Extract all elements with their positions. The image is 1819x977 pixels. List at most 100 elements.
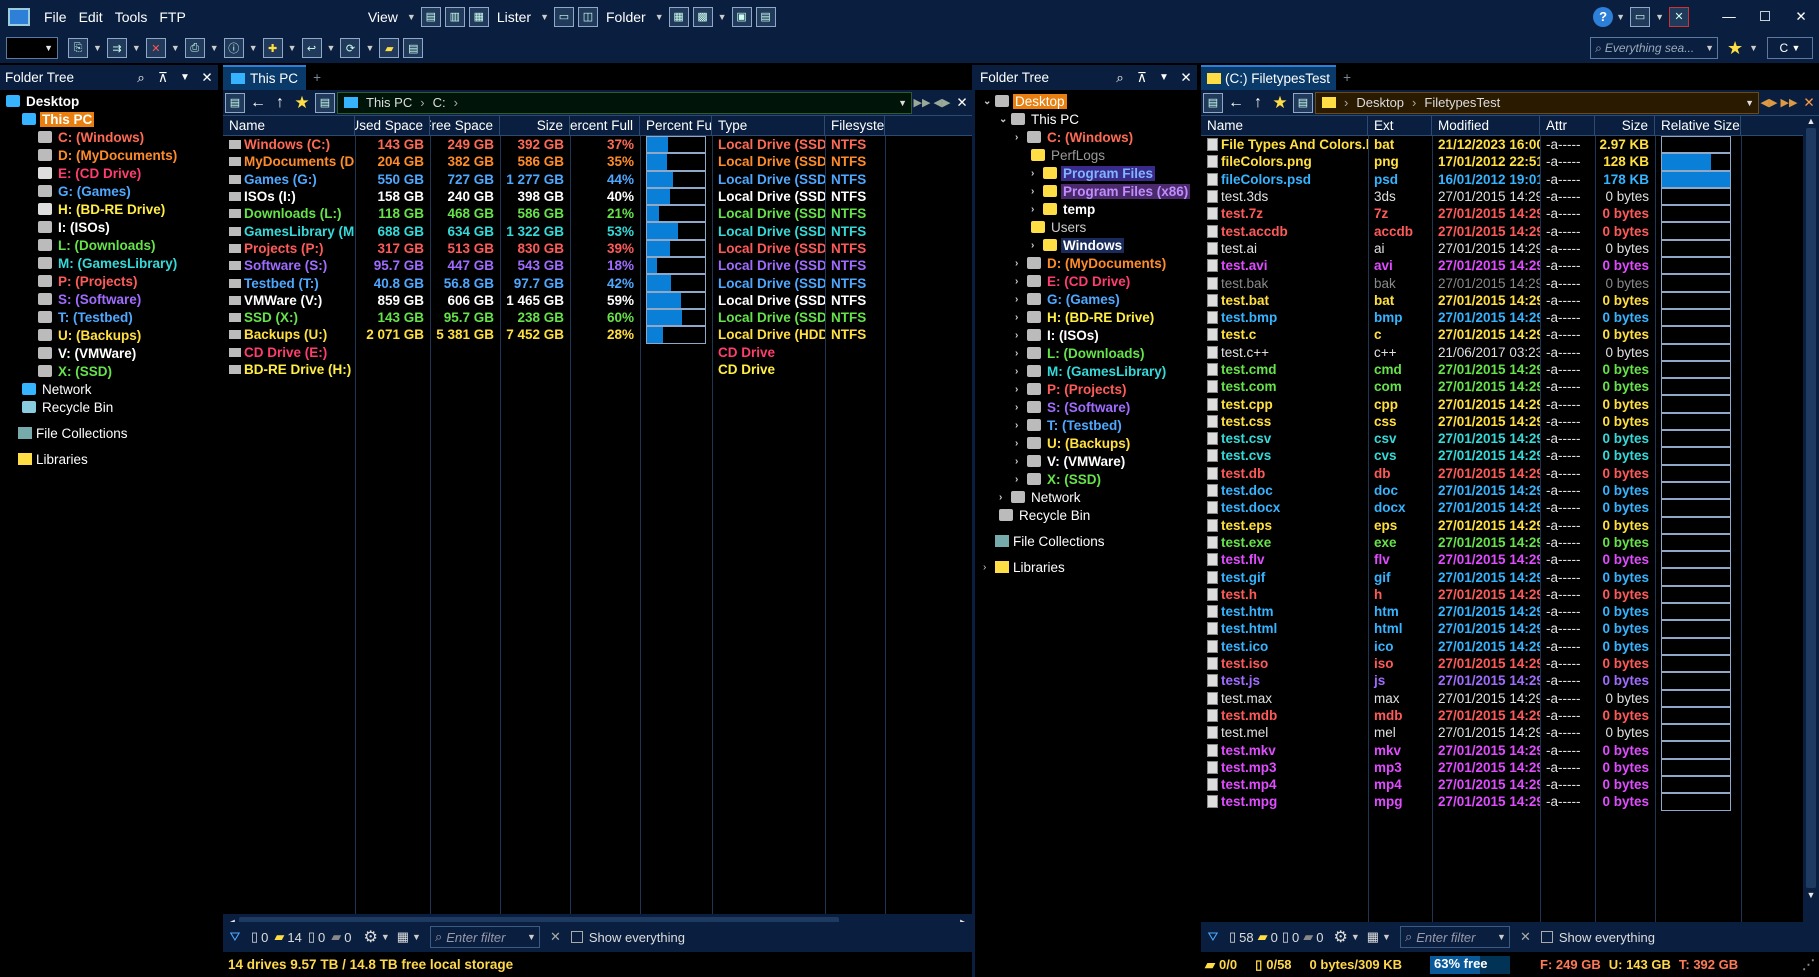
copy-icon[interactable]: ⎘ (68, 38, 88, 58)
list-item[interactable]: test.cpp cpp 27/01/2015 14:29 -a----- 0 byte… (1201, 395, 1819, 413)
list-item[interactable]: test.docx docx 27/01/2015 14:29 -a----- 0 by… (1201, 499, 1819, 517)
table-row[interactable]: BD-RE Drive (H:) CD Drive (223, 361, 972, 378)
favorite-star-icon[interactable]: ★ (291, 93, 313, 113)
layout-alt-icon[interactable]: ▤ (755, 6, 776, 27)
list-item[interactable]: test.avi avi 27/01/2015 14:29 -a----- 0 byte… (1201, 257, 1819, 275)
clipboard-icon[interactable]: ▤ (403, 38, 424, 58)
tree-item[interactable]: Recycle Bin (0, 398, 218, 416)
view-mode-icon[interactable]: ▤ (1203, 92, 1223, 113)
tree-item[interactable]: › U: (Backups) (975, 434, 1197, 452)
table-row[interactable]: ISOs (I:) 158 GB 240 GB 398 GB 40% Local Driv… (223, 187, 972, 206)
column-header[interactable]: Modified (1432, 116, 1540, 135)
tree-item-libraries[interactable]: › Libraries (975, 558, 1197, 576)
list-item[interactable]: test.mpg mpg 27/01/2015 14:29 -a----- 0 byte… (1201, 793, 1819, 811)
filter-input[interactable]: ⌕ Enter filter ▼ (429, 926, 540, 948)
drive-search-selector[interactable]: C ▼ (1767, 37, 1813, 59)
list-item[interactable]: test.accdb accdb 27/01/2015 14:29 -a----- 0 … (1201, 222, 1819, 240)
grid-icon[interactable]: ▦ (668, 6, 689, 27)
new-folder-icon[interactable]: ✚ (262, 38, 283, 58)
table-row[interactable]: Games (G:) 550 GB 727 GB 1 277 GB 44% Local D… (223, 170, 972, 188)
save-filter-icon[interactable]: ▦ (397, 929, 409, 945)
list-item[interactable]: test.com com 27/01/2015 14:29 -a----- 0 byte… (1201, 378, 1819, 396)
list-item[interactable]: test.mp4 mp4 27/01/2015 14:29 -a----- 0 byte… (1201, 775, 1819, 794)
expand-chevron-icon[interactable]: › (1015, 438, 1027, 449)
list-item[interactable]: test.mdb mdb 27/01/2015 14:29 -a----- 0 byte… (1201, 706, 1819, 725)
back-arrow-icon[interactable]: ← (247, 94, 269, 112)
tree-item[interactable]: › S: (Software) (975, 398, 1197, 416)
tree-item[interactable]: L: (Downloads) (0, 236, 218, 254)
thumbnail-view-icon[interactable]: ▦ (468, 6, 489, 27)
tree-item[interactable]: M: (GamesLibrary) (0, 254, 218, 272)
list-item[interactable]: test.ico ico 27/01/2015 14:29 -a----- 0 byte… (1201, 637, 1819, 655)
window-settings-icon[interactable]: ▭ (1630, 6, 1651, 27)
up-arrow-icon[interactable]: ↑ (269, 94, 291, 112)
forward-icon[interactable]: ▶▶ (912, 96, 932, 109)
list-item[interactable]: test.flv flv 27/01/2015 14:29 -a----- 0 byte… (1201, 551, 1819, 569)
clear-filter-icon[interactable]: ✕ (1520, 929, 1531, 945)
details-view-icon[interactable]: ▤ (420, 6, 441, 27)
expand-icon[interactable]: ◀▶ (932, 96, 952, 109)
tree-item[interactable]: Users (975, 218, 1197, 236)
tree-item-libraries[interactable]: Libraries (0, 450, 218, 468)
tree-item[interactable]: G: (Games) (0, 182, 218, 200)
back-folder-icon[interactable]: ↩ (301, 38, 322, 58)
list-item[interactable]: test.db db 27/01/2015 14:29 -a----- 0 bytes (1201, 464, 1819, 482)
expand-chevron-icon[interactable]: › (1031, 186, 1043, 197)
expand-chevron-icon[interactable]: › (1015, 474, 1027, 485)
close-icon[interactable]: ✕ (1783, 9, 1819, 25)
expand-chevron-icon[interactable]: › (1015, 330, 1027, 341)
open-folder-icon[interactable]: ▰ (379, 38, 400, 58)
list-item[interactable]: test.mp3 mp3 27/01/2015 14:29 -a----- 0 byte… (1201, 758, 1819, 776)
single-lister-icon[interactable]: ▭ (554, 6, 574, 27)
list-item[interactable]: test.c c 27/01/2015 14:29 -a----- 0 bytes (1201, 326, 1819, 344)
list-item[interactable]: test.gif gif 27/01/2015 14:29 -a----- 0 byte… (1201, 568, 1819, 586)
breadcrumb-item[interactable]: This PC (366, 95, 412, 110)
power-view-icon[interactable]: ▥ (444, 6, 465, 27)
tree-item[interactable]: T: (Testbed) (0, 308, 218, 326)
properties-icon[interactable]: ⓘ (223, 38, 244, 58)
back-arrow-icon[interactable]: ← (1225, 94, 1247, 112)
expand-chevron-icon[interactable]: › (999, 492, 1011, 503)
column-header[interactable]: Percent Full (570, 116, 640, 135)
chevron-down-icon[interactable]: ▼ (655, 12, 664, 22)
tree-item[interactable]: › Windows (975, 236, 1197, 254)
table-row[interactable]: Windows (C:) 143 GB 249 GB 392 GB 37% Local D… (223, 136, 972, 154)
expand-chevron-icon[interactable]: › (1015, 420, 1027, 431)
list-item[interactable]: test.iso iso 27/01/2015 14:29 -a----- 0 byte… (1201, 654, 1819, 673)
list-item[interactable]: fileColors.psd psd 16/01/2012 19:01 -a-----… (1201, 170, 1819, 188)
clipboard-icon[interactable]: ▤ (315, 92, 335, 113)
list-item[interactable]: File Types And Colors.bat bat 21/12/2023 1… (1201, 136, 1819, 154)
chevron-down-icon[interactable]: ▼ (1616, 12, 1625, 22)
tab-this-pc[interactable]: This PC (223, 65, 307, 90)
tree-item[interactable]: › Network (975, 488, 1197, 506)
grid-large-icon[interactable]: ▩ (692, 6, 713, 27)
expand-chevron-icon[interactable]: › (1015, 294, 1027, 305)
column-header[interactable]: Size (500, 116, 570, 135)
column-header[interactable]: Name (1201, 116, 1368, 135)
tree-item-file-collections[interactable]: File Collections (0, 424, 218, 442)
tree-item[interactable]: › I: (ISOs) (975, 326, 1197, 344)
menu-ftp[interactable]: FTP (153, 0, 191, 33)
expand-chevron-icon[interactable]: › (1015, 132, 1027, 143)
filter-input[interactable]: ⌕ Enter filter ▼ (1399, 926, 1510, 948)
search-icon[interactable]: ⌕ (1109, 70, 1131, 86)
list-item[interactable]: test.ai ai 27/01/2015 14:29 -a----- 0 bytes (1201, 239, 1819, 258)
tree-item[interactable]: › E: (CD Drive) (975, 272, 1197, 290)
list-item[interactable]: test.3ds 3ds 27/01/2015 14:29 -a----- 0 byte… (1201, 187, 1819, 206)
tree-item[interactable]: X: (SSD) (0, 362, 218, 380)
help-icon[interactable]: ? (1593, 6, 1614, 27)
table-row[interactable]: Backups (U:) 2 071 GB 5 381 GB 7 452 GB 28% L… (223, 326, 972, 344)
tree-item[interactable]: › C: (Windows) (975, 128, 1197, 146)
list-item[interactable]: test.doc doc 27/01/2015 14:29 -a----- 0 byte… (1201, 481, 1819, 500)
table-row[interactable]: Testbed (T:) 40.8 GB 56.8 GB 97.7 GB 42% Loca… (223, 274, 972, 292)
breadcrumb-item[interactable]: FiletypesTest (1424, 95, 1500, 110)
chevron-down-icon[interactable]: ▼ (540, 12, 549, 22)
column-header[interactable]: Used Space (355, 116, 430, 135)
list-item[interactable]: fileColors.png png 17/01/2012 22:51 -a-----… (1201, 153, 1819, 171)
tree-item[interactable]: › H: (BD-RE Drive) (975, 308, 1197, 326)
breadcrumb[interactable]: This PC › C: › ▼ (337, 91, 912, 114)
maximize-icon[interactable]: ☐ (1747, 9, 1783, 25)
tree-item[interactable]: › V: (VMWare) (975, 452, 1197, 470)
breadcrumb-item[interactable]: Desktop (1356, 95, 1404, 110)
collapse-chevron-icon[interactable]: ⌄ (999, 114, 1011, 125)
